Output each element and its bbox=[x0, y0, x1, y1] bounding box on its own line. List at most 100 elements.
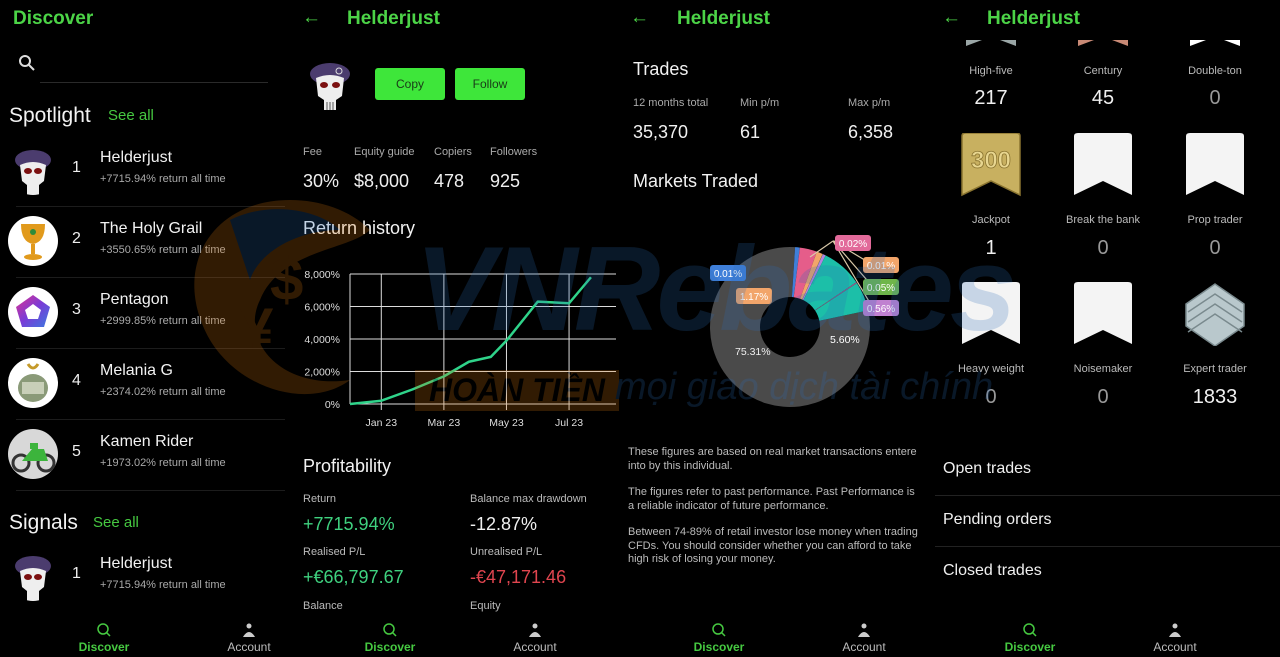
badge-label: High-five bbox=[969, 65, 1013, 77]
badge-partial-icon bbox=[1190, 40, 1240, 46]
search-input[interactable] bbox=[42, 52, 271, 80]
trader-return: +1973.02% return all time bbox=[100, 457, 226, 469]
nav-discover[interactable]: Discover bbox=[679, 622, 759, 654]
stat-value: 478 bbox=[434, 171, 465, 191]
trader-rank: 3 bbox=[72, 301, 81, 318]
bottom-nav: Discover Account bbox=[0, 615, 290, 657]
spotlight-title: Spotlight bbox=[9, 104, 91, 127]
badge-label: Expert trader bbox=[1183, 363, 1247, 375]
pie-data-label: 0.05% bbox=[867, 283, 895, 294]
signals-see-all-link[interactable]: See all bbox=[93, 514, 139, 531]
nav-discover[interactable]: Discover bbox=[64, 622, 144, 654]
trader-list-item[interactable]: 4 Melania G +2374.02% return all time bbox=[0, 352, 285, 420]
signals-title: Signals bbox=[9, 511, 78, 534]
realised-pl-label: Realised P/L bbox=[303, 546, 366, 558]
nav-account[interactable]: Account bbox=[209, 622, 289, 654]
trade-list-row[interactable]: Open trades bbox=[930, 446, 1280, 496]
nav-account[interactable]: Account bbox=[1135, 622, 1215, 654]
search-icon[interactable] bbox=[18, 54, 36, 72]
nav-account[interactable]: Account bbox=[824, 622, 904, 654]
divider bbox=[935, 546, 1280, 547]
nav-discover-label: Discover bbox=[78, 640, 130, 654]
return-history-title: Return history bbox=[303, 218, 416, 238]
jackpot-badge-icon[interactable]: 300 bbox=[958, 133, 1024, 197]
x-tick-label: Mar 23 bbox=[428, 417, 461, 429]
badge-count: 1 bbox=[985, 237, 997, 259]
badge-count: 0 bbox=[1209, 87, 1221, 109]
trader-name: Pentagon bbox=[100, 291, 169, 308]
pie-data-label: 0.01% bbox=[867, 261, 895, 272]
discover-screen: Discover Spotlight See all 1 Helderjust +7… bbox=[0, 0, 290, 657]
copy-button[interactable]: Copy bbox=[375, 68, 445, 100]
spotlight-see-all-link[interactable]: See all bbox=[108, 107, 154, 124]
stat-value: 925 bbox=[490, 171, 521, 191]
back-arrow-icon[interactable]: ← bbox=[302, 7, 321, 29]
trader-return: +3550.65% return all time bbox=[100, 244, 226, 256]
back-arrow-icon[interactable]: ← bbox=[942, 7, 961, 29]
bottom-nav: Discover Account bbox=[290, 615, 618, 657]
nav-account-label: Account bbox=[1153, 640, 1197, 654]
pie-data-label: 75.31% bbox=[735, 346, 771, 358]
bottom-nav: Discover Account bbox=[618, 615, 930, 657]
badge-label: Century bbox=[1083, 65, 1123, 77]
unrealised-pl-value: -€47,171.46 bbox=[470, 567, 567, 587]
return-value: +7715.94% bbox=[303, 514, 395, 534]
trader-list-item[interactable]: 1 Helderjust +7715.94% return all time bbox=[0, 139, 285, 207]
drawdown-value: -12.87% bbox=[470, 514, 538, 534]
search-icon bbox=[1023, 623, 1037, 637]
trader-rank: 1 bbox=[72, 159, 81, 176]
blank-badge-icon[interactable] bbox=[1070, 282, 1136, 346]
trader-list-item[interactable]: 2 The Holy Grail +3550.65% return all time bbox=[0, 210, 285, 278]
back-arrow-icon[interactable]: ← bbox=[630, 7, 649, 29]
stat-value: $8,000 bbox=[354, 171, 410, 191]
trader-list-item[interactable]: 3 Pentagon +2999.85% return all time bbox=[0, 281, 285, 349]
page-title: Helderjust bbox=[987, 8, 1080, 29]
pie-data-label: 0.01% bbox=[714, 269, 742, 280]
golden-chalice-avatar-icon bbox=[8, 216, 58, 266]
trade-list-label: Closed trades bbox=[943, 562, 1042, 579]
trader-avatar bbox=[302, 56, 358, 112]
person-icon bbox=[243, 623, 255, 637]
x-tick-label: May 23 bbox=[489, 417, 524, 429]
disclaimer-text: high risk of losing your money. bbox=[628, 553, 776, 565]
trades-screen: ← Helderjust Trades 12 months total 35,37… bbox=[618, 0, 930, 657]
pie-data-label: 0.02% bbox=[839, 239, 867, 250]
expert-chevron-badge-icon[interactable] bbox=[1182, 282, 1248, 346]
pie-data-label: 1.17% bbox=[740, 292, 768, 303]
disclaimer-text: CFDs. You should consider whether you ca… bbox=[628, 539, 912, 552]
blank-badge-icon[interactable] bbox=[958, 282, 1024, 346]
blank-badge-icon[interactable] bbox=[1182, 133, 1248, 197]
badge-count: 217 bbox=[974, 87, 1008, 109]
drawdown-label: Balance max drawdown bbox=[470, 493, 587, 505]
nav-discover[interactable]: Discover bbox=[350, 622, 430, 654]
stat-label: Equity guide bbox=[354, 146, 415, 158]
return-history-chart: 0% 2,000% 4,000% 6,000% 8,000% Jan 23 Mar 23 Ma… bbox=[304, 269, 616, 429]
page-title: Helderjust bbox=[347, 8, 440, 29]
trader-return: +7715.94% return all time bbox=[100, 173, 226, 185]
y-tick-label: 0% bbox=[325, 399, 340, 411]
markets-traded-chart: 75.31%0.01%0.02%1.17%0.01%0.05%0.56%5.60… bbox=[710, 235, 899, 407]
follow-button[interactable]: Follow bbox=[455, 68, 525, 100]
markets-traded-title: Markets Traded bbox=[633, 171, 759, 191]
trader-list-item[interactable]: 5 Kamen Rider +1973.02% return all time bbox=[0, 423, 285, 491]
nav-discover[interactable]: Discover bbox=[990, 622, 1070, 654]
badge-label: Noisemaker bbox=[1073, 363, 1133, 375]
person-icon bbox=[1169, 623, 1181, 637]
person-icon bbox=[858, 623, 870, 637]
stat-label: Fee bbox=[303, 146, 322, 158]
trade-list-row[interactable]: Closed trades bbox=[930, 548, 1280, 598]
skull-beret-avatar-icon bbox=[8, 551, 58, 601]
divider bbox=[16, 419, 285, 420]
disclaimer-text: The figures refer to past performance. P… bbox=[628, 486, 915, 498]
disclaimer-text: a reliable indicator of future performan… bbox=[628, 499, 829, 512]
trader-list-item[interactable]: 1 Helderjust +7715.94% return all time bbox=[0, 545, 285, 613]
blank-badge-icon[interactable] bbox=[1070, 133, 1136, 197]
trade-list-row[interactable]: Pending orders bbox=[930, 497, 1280, 547]
badge-count: 0 bbox=[1097, 386, 1109, 408]
nav-account-label: Account bbox=[842, 640, 886, 654]
trade-stat-value: 61 bbox=[740, 122, 761, 142]
trader-name: Helderjust bbox=[100, 149, 173, 166]
nav-account[interactable]: Account bbox=[495, 622, 575, 654]
x-tick-label: Jul 23 bbox=[555, 417, 583, 429]
trader-name: Helderjust bbox=[100, 555, 173, 572]
